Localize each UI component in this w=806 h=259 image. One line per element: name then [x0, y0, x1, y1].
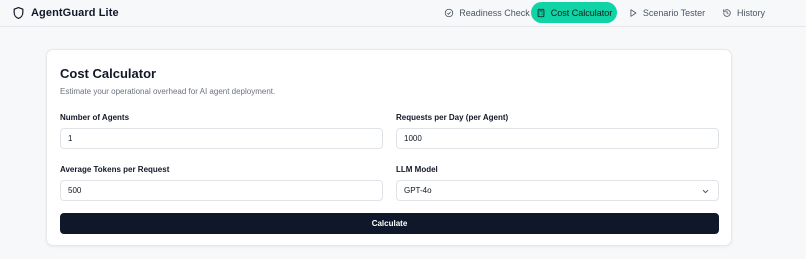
- model-select[interactable]: GPT-4o: [396, 180, 719, 201]
- nav-readiness-check[interactable]: Readiness Check: [443, 2, 531, 23]
- nav-cost-label: Cost Calculator: [550, 7, 613, 18]
- nav-cost-calculator[interactable]: Cost Calculator: [531, 2, 617, 23]
- nav-scenario-label: Scenario Tester: [642, 7, 706, 18]
- agents-input[interactable]: 1: [60, 128, 383, 149]
- shield-icon: [12, 6, 25, 20]
- history-icon: [722, 8, 732, 18]
- calculator-icon: [536, 8, 546, 18]
- check-circle-icon: [444, 8, 454, 18]
- agents-label: Number of Agents: [60, 113, 130, 122]
- brand[interactable]: AgentGuard Lite: [12, 5, 119, 21]
- nav-history[interactable]: History: [716, 2, 771, 23]
- top-navigation-bar: AgentGuard Lite Readiness Check Cost Cal…: [0, 0, 806, 27]
- chevron-down-icon: [701, 187, 710, 196]
- main-nav: Readiness Check Cost Calculator Scenario…: [443, 2, 771, 23]
- requests-input[interactable]: 1000: [396, 128, 719, 149]
- nav-scenario-tester[interactable]: Scenario Tester: [617, 2, 716, 23]
- nav-readiness-label: Readiness Check: [459, 7, 530, 18]
- page-subtitle: Estimate your operational overhead for A…: [60, 87, 276, 96]
- requests-value: 1000: [404, 134, 422, 143]
- tokens-input[interactable]: 500: [60, 180, 383, 201]
- cost-calculator-card: Cost Calculator Estimate your operationa…: [46, 49, 732, 246]
- requests-label: Requests per Day (per Agent): [396, 113, 509, 122]
- app-name: AgentGuard Lite: [31, 7, 119, 19]
- play-icon: [628, 8, 638, 18]
- page-title: Cost Calculator: [60, 66, 157, 81]
- tokens-value: 500: [68, 186, 82, 195]
- tokens-label: Average Tokens per Request: [60, 165, 170, 174]
- calculate-button[interactable]: Calculate: [60, 213, 719, 234]
- agents-value: 1: [68, 134, 73, 143]
- model-label: LLM Model: [396, 165, 438, 174]
- nav-history-label: History: [737, 7, 766, 18]
- model-value: GPT-4o: [404, 186, 432, 195]
